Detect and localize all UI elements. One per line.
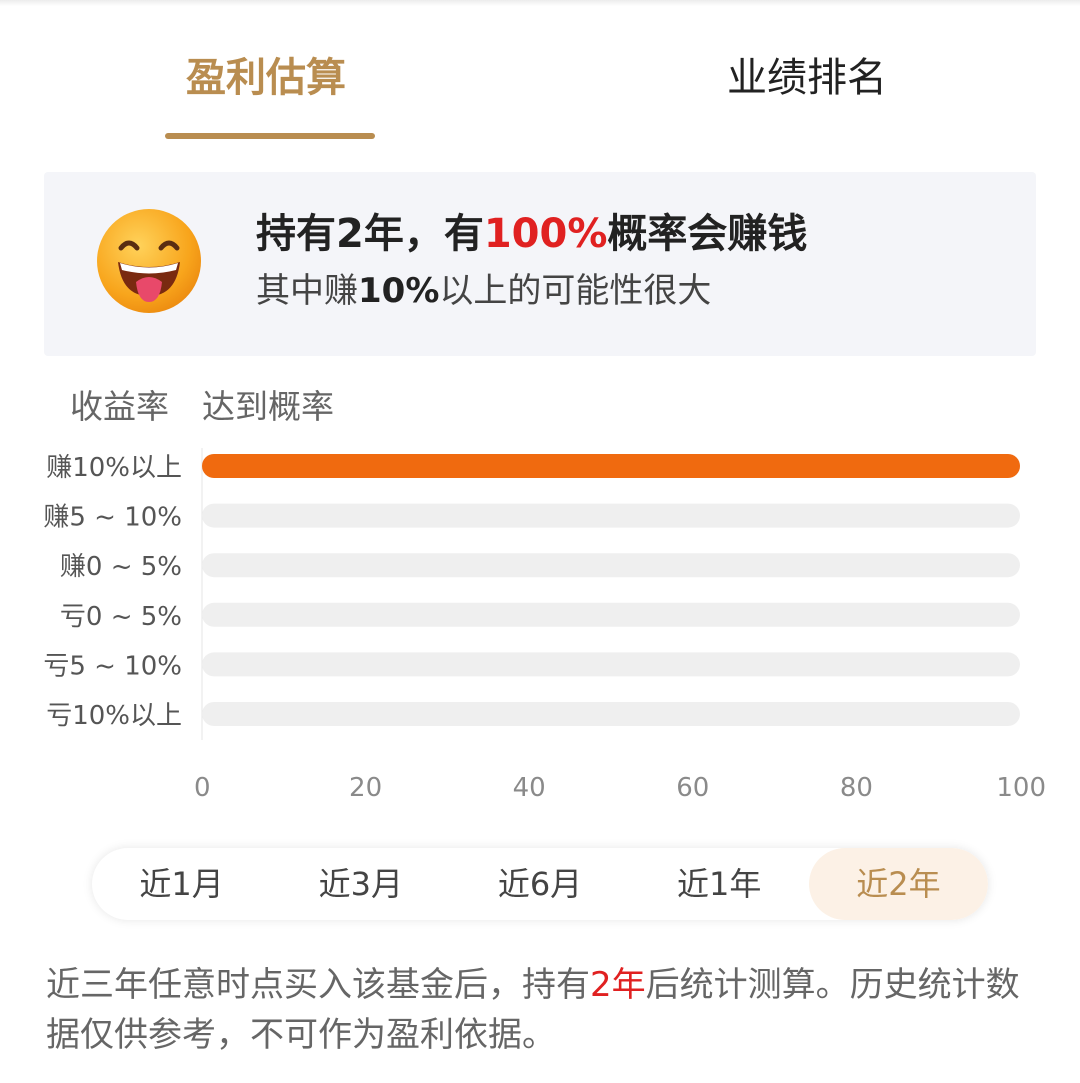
bar-track xyxy=(202,652,1020,677)
bar-track xyxy=(202,503,1020,528)
probability-bar-chart: 赚10%以上赚5 ~ 10% 赚0 ~ 5% 亏0 ~ 5% 亏5 ~ 10% 亏10%… xyxy=(43,448,1046,803)
x-tick-label: 0 xyxy=(194,773,211,803)
footnote-holding-period: 2年 xyxy=(590,965,646,1005)
period-option[interactable]: 近2年 xyxy=(808,848,988,920)
period-option[interactable]: 近1月 xyxy=(92,848,271,920)
summary-headline: 持有2年，有100%概率会赚钱 xyxy=(256,210,807,258)
period-option[interactable]: 近1年 xyxy=(630,848,809,920)
x-tick-label: 40 xyxy=(513,773,546,803)
category-label: 亏10%以上 xyxy=(46,701,182,731)
x-tick-label: 100 xyxy=(996,773,1046,803)
bar-track xyxy=(202,602,1020,627)
category-label: 亏0 ~ 5% xyxy=(60,602,182,632)
bar xyxy=(202,454,1020,478)
category-label: 赚0 ~ 5% xyxy=(60,552,182,582)
headline-probability: 100% xyxy=(483,211,608,257)
period-selector: 近1月 近3月 近6月 近1年 近2年 xyxy=(92,848,988,920)
smiling-face-icon xyxy=(97,209,201,313)
summary-card: 持有2年，有100%概率会赚钱 其中赚10%以上的可能性很大 xyxy=(44,172,1036,356)
tab-profit-estimate[interactable]: 盈利估算 xyxy=(186,52,346,104)
period-option[interactable]: 近6月 xyxy=(450,848,629,920)
footnote-prefix: 近三年任意时点买入该基金后，持有 xyxy=(46,965,590,1005)
category-label: 亏5 ~ 10% xyxy=(43,651,182,681)
x-tick-label: 80 xyxy=(840,773,873,803)
chart-header-return-rate: 收益率 xyxy=(70,387,169,426)
active-tab-indicator xyxy=(165,133,375,139)
chart-header-probability: 达到概率 xyxy=(202,387,334,426)
bar-track xyxy=(202,702,1020,726)
footnote: 近三年任意时点买入该基金后，持有2年后统计测算。历史统计数据仅供参考，不可作为盈… xyxy=(46,960,1036,1060)
x-tick-label: 20 xyxy=(349,773,382,803)
category-label: 赚10%以上 xyxy=(46,453,182,483)
bar-track xyxy=(202,553,1020,578)
summary-subline: 其中赚10%以上的可能性很大 xyxy=(256,270,711,312)
top-shadow xyxy=(0,0,1080,6)
headline-prefix: 持有2年，有 xyxy=(256,211,484,257)
x-tick-label: 60 xyxy=(676,773,709,803)
period-option[interactable]: 近3月 xyxy=(271,848,450,920)
headline-suffix: 概率会赚钱 xyxy=(607,211,808,257)
tab-performance-ranking[interactable]: 业绩排名 xyxy=(727,52,887,104)
subline-prefix: 其中赚 xyxy=(256,271,358,311)
category-label: 赚5 ~ 10% xyxy=(43,503,182,533)
subline-threshold: 10% xyxy=(358,271,440,311)
subline-suffix: 以上的可能性很大 xyxy=(439,271,712,311)
